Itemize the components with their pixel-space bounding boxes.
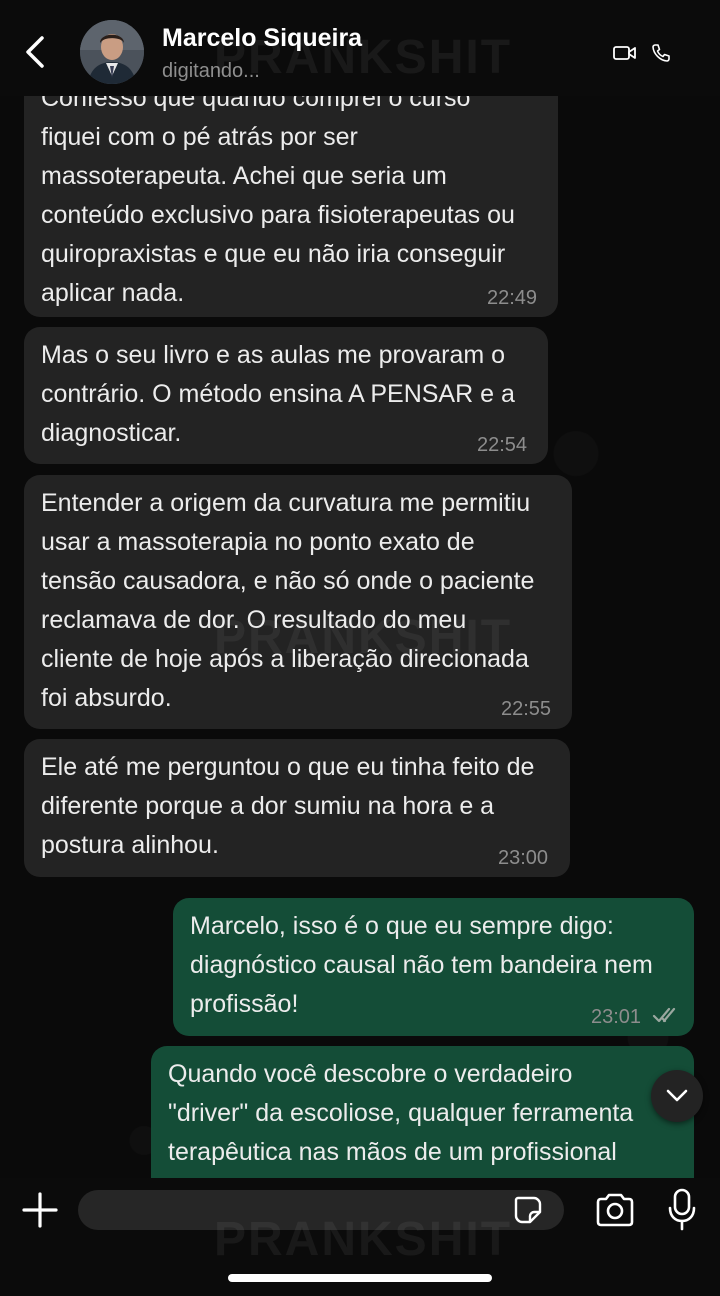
message-text: Quando você descobre o verdadeiro "drive… bbox=[168, 1060, 634, 1166]
scroll-to-bottom-button[interactable] bbox=[651, 1070, 703, 1122]
message-composer bbox=[0, 1178, 720, 1296]
sticker-icon[interactable] bbox=[512, 1194, 544, 1226]
message-text: Ele até me perguntou o que eu tinha feit… bbox=[41, 753, 535, 859]
message-bubble-outgoing[interactable]: Quando você descobre o verdadeiro "drive… bbox=[151, 1046, 694, 1180]
avatar[interactable] bbox=[80, 20, 144, 84]
message-bubble-incoming[interactable]: Mas o seu livro e as aulas me provaram o… bbox=[24, 327, 548, 464]
message-time: 22:49 bbox=[487, 287, 538, 309]
contact-name[interactable]: Marcelo Siqueira bbox=[162, 24, 362, 53]
home-indicator[interactable] bbox=[228, 1274, 492, 1282]
phone-icon[interactable] bbox=[650, 42, 672, 64]
message-text: Mas o seu livro e as aulas me provaram o… bbox=[41, 341, 515, 447]
back-icon[interactable] bbox=[18, 32, 54, 72]
message-text: Entender a origem da curvatura me permit… bbox=[41, 489, 535, 712]
message-list[interactable]: Confesso que quando comprei o curso fiqu… bbox=[0, 0, 720, 1180]
chat-screen: Confesso que quando comprei o curso fiqu… bbox=[0, 0, 720, 1296]
message-text: Confesso que quando comprei o curso fiqu… bbox=[41, 84, 515, 307]
avatar-image bbox=[80, 20, 144, 84]
message-bubble-outgoing[interactable]: Marcelo, isso é o que eu sempre digo: di… bbox=[173, 898, 694, 1036]
message-bubble-incoming[interactable]: Confesso que quando comprei o curso fiqu… bbox=[24, 70, 558, 317]
message-bubble-incoming[interactable]: Entender a origem da curvatura me permit… bbox=[24, 475, 572, 729]
message-input[interactable] bbox=[78, 1190, 564, 1230]
contact-status: digitando... bbox=[162, 60, 260, 82]
camera-icon[interactable] bbox=[594, 1192, 636, 1228]
double-check-icon bbox=[652, 1007, 676, 1023]
message-bubble-incoming[interactable]: Ele até me perguntou o que eu tinha feit… bbox=[24, 739, 570, 877]
chat-header: Marcelo Siqueira digitando... PRANKSHIT bbox=[0, 0, 720, 96]
chevron-down-icon bbox=[666, 1089, 688, 1102]
message-time: 22:54 bbox=[477, 434, 528, 456]
message-time: 23:01 bbox=[591, 1006, 642, 1028]
message-time: 22:55 bbox=[501, 698, 552, 720]
message-time: 23:00 bbox=[498, 847, 549, 869]
mic-icon[interactable] bbox=[666, 1188, 698, 1232]
plus-icon[interactable] bbox=[20, 1190, 60, 1230]
message-text: Marcelo, isso é o que eu sempre digo: di… bbox=[190, 912, 653, 1018]
video-call-icon[interactable] bbox=[612, 43, 638, 63]
